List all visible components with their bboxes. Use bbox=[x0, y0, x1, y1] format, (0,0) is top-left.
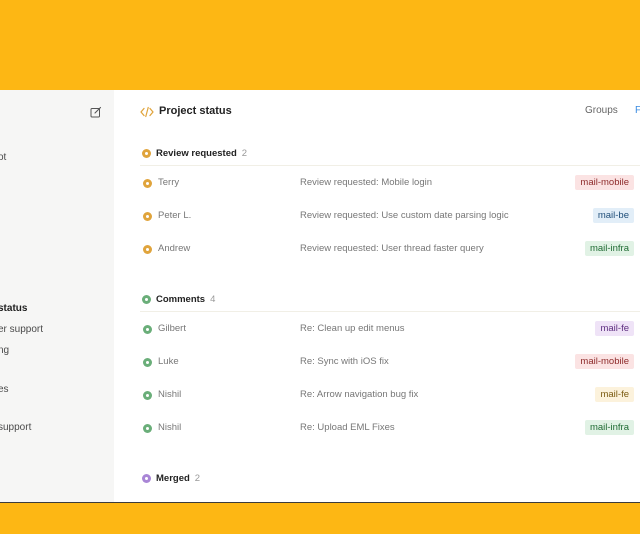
status-dot-icon bbox=[143, 212, 152, 221]
sidebar-item[interactable]: ot bbox=[0, 152, 6, 163]
status-dot-icon bbox=[142, 474, 151, 483]
status-dot-icon bbox=[143, 358, 152, 367]
list-item[interactable]: Peter L. Review requested: Use custom da… bbox=[114, 207, 640, 227]
list-item[interactable]: Nishil Re: Upload EML Fixes mail-infra bbox=[114, 419, 640, 439]
label-tag[interactable]: mail-mobile bbox=[575, 354, 634, 369]
status-dot-icon bbox=[142, 149, 151, 158]
message-subject: Re: Sync with iOS fix bbox=[300, 356, 389, 367]
filter-link[interactable]: F bbox=[635, 105, 640, 116]
message-subject: Review requested: User thread faster que… bbox=[300, 243, 484, 254]
message-subject: Re: Arrow navigation bug fix bbox=[300, 389, 419, 400]
label-tag[interactable]: mail-fe bbox=[595, 387, 634, 402]
section-header-merged[interactable]: Merged 2 bbox=[142, 473, 200, 484]
divider bbox=[140, 311, 640, 312]
background-band-top bbox=[0, 0, 640, 90]
label-tag[interactable]: mail-infra bbox=[584, 241, 634, 256]
code-icon bbox=[140, 105, 154, 118]
author-name: Terry bbox=[158, 177, 180, 188]
groups-button[interactable]: Groups bbox=[585, 105, 618, 116]
list-item[interactable]: Nishil Re: Arrow navigation bug fix mail… bbox=[114, 386, 640, 406]
sidebar-item[interactable]: es bbox=[0, 384, 9, 395]
author-name: Nishil bbox=[158, 389, 182, 400]
label-tag[interactable]: mail-be bbox=[592, 208, 634, 223]
compose-icon[interactable] bbox=[90, 105, 102, 118]
sidebar-item-project-status[interactable]: status bbox=[0, 303, 27, 314]
section-count: 2 bbox=[241, 148, 248, 159]
status-dot-icon bbox=[143, 424, 152, 433]
page-title: Project status bbox=[159, 105, 232, 117]
author-name: Andrew bbox=[158, 243, 191, 254]
app-window: ot status er support ng es support Proje… bbox=[0, 90, 640, 502]
status-dot-icon bbox=[142, 295, 151, 304]
author-name: Nishil bbox=[158, 422, 182, 433]
author-name: Peter L. bbox=[158, 210, 192, 221]
status-dot-icon bbox=[143, 179, 152, 188]
main-panel: Project status Groups F Review requested… bbox=[114, 90, 640, 502]
status-dot-icon bbox=[143, 325, 152, 334]
list-item[interactable]: Luke Re: Sync with iOS fix mail-mobile bbox=[114, 353, 640, 373]
section-label: Review requested bbox=[156, 148, 237, 159]
message-subject: Review requested: Mobile login bbox=[300, 177, 433, 188]
section-count: 2 bbox=[194, 473, 201, 484]
list-item[interactable]: Terry Review requested: Mobile login mai… bbox=[114, 174, 640, 194]
sidebar: ot status er support ng es support bbox=[0, 90, 114, 502]
status-dot-icon bbox=[143, 245, 152, 254]
message-subject: Review requested: Use custom date parsin… bbox=[300, 210, 509, 221]
sidebar-item[interactable]: ng bbox=[0, 345, 9, 356]
label-tag[interactable]: mail-infra bbox=[584, 420, 634, 435]
message-subject: Re: Upload EML Fixes bbox=[300, 422, 395, 433]
background-band-bottom bbox=[0, 502, 640, 534]
section-label: Merged bbox=[156, 473, 190, 484]
list-item[interactable]: Gilbert Re: Clean up edit menus mail-fe bbox=[114, 320, 640, 340]
status-dot-icon bbox=[143, 391, 152, 400]
sidebar-item[interactable]: support bbox=[0, 422, 31, 433]
divider bbox=[140, 165, 640, 166]
section-header-comments[interactable]: Comments 4 bbox=[142, 294, 215, 305]
author-name: Luke bbox=[158, 356, 179, 367]
label-tag[interactable]: mail-mobile bbox=[575, 175, 634, 190]
author-name: Gilbert bbox=[158, 323, 186, 334]
section-label: Comments bbox=[156, 294, 206, 305]
label-tag[interactable]: mail-fe bbox=[595, 321, 634, 336]
list-item[interactable]: Andrew Review requested: User thread fas… bbox=[114, 240, 640, 260]
sidebar-item[interactable]: er support bbox=[0, 324, 43, 335]
section-header-review-requested[interactable]: Review requested 2 bbox=[142, 148, 247, 159]
section-count: 4 bbox=[210, 294, 216, 305]
message-subject: Re: Clean up edit menus bbox=[300, 323, 405, 334]
